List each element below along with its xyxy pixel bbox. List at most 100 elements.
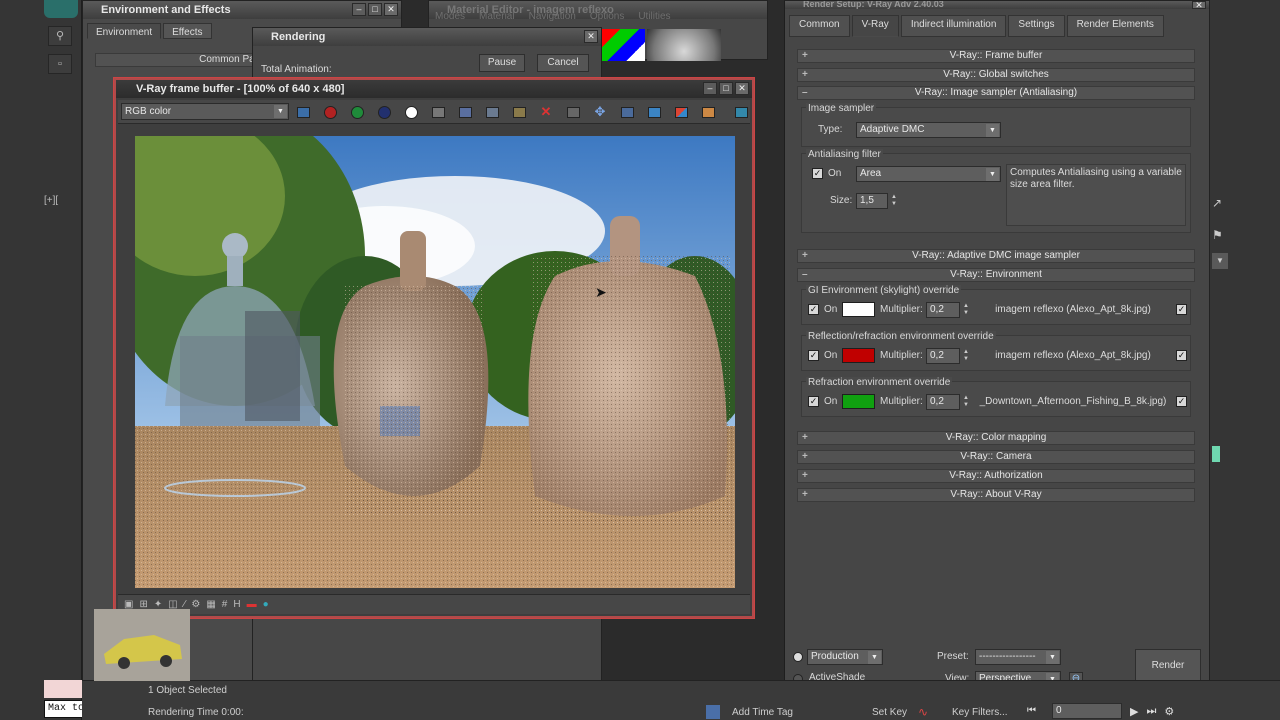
play-icon[interactable]: ▶ xyxy=(1130,705,1138,718)
maximize-icon[interactable]: □ xyxy=(719,82,733,95)
refl-multiplier-input[interactable]: 0,2 xyxy=(926,348,960,364)
hash-icon[interactable]: # xyxy=(222,599,228,610)
refr-color-swatch[interactable] xyxy=(842,394,875,409)
spinner-icon[interactable]: ▲ ▼ xyxy=(962,349,970,363)
render-image[interactable]: ➤ xyxy=(135,136,735,588)
close-icon[interactable]: ✕ xyxy=(584,30,598,43)
tab-effects[interactable]: Effects xyxy=(163,23,212,39)
pin-icon[interactable]: ⚑ xyxy=(1212,228,1228,244)
color-correction-icon[interactable] xyxy=(699,104,717,120)
refl-map-checkbox[interactable]: ✓ xyxy=(1176,350,1187,361)
save-all-icon[interactable] xyxy=(483,104,501,120)
link-to-render-icon[interactable] xyxy=(672,104,690,120)
histogram-icon[interactable]: H xyxy=(233,599,240,610)
next-frame-icon[interactable]: ⏭ xyxy=(1146,705,1156,718)
gi-map-checkbox[interactable]: ✓ xyxy=(1176,304,1187,315)
link-icon[interactable]: ⚲ xyxy=(48,26,72,46)
track-mouse-icon[interactable]: ✥ xyxy=(591,104,609,120)
tab-settings[interactable]: Settings xyxy=(1008,15,1065,37)
settings-gear-icon[interactable]: ⚙ xyxy=(191,599,200,610)
rollout-camera[interactable]: + V-Ray:: Camera xyxy=(797,450,1195,464)
channel-dropdown[interactable]: RGB color ▼ xyxy=(121,103,289,120)
refl-map-button[interactable]: imagem reflexo (Alexo_Apt_8k.jpg) xyxy=(978,348,1168,364)
render-last-icon[interactable] xyxy=(645,104,663,120)
curve-tool-icon[interactable]: ↗ xyxy=(1212,196,1228,212)
tab-common[interactable]: Common xyxy=(789,15,850,37)
aa-on-checkbox[interactable]: ✓ xyxy=(812,168,823,179)
app-logo-icon[interactable] xyxy=(44,0,78,18)
tab-environment[interactable]: Environment xyxy=(87,23,162,39)
rollout-image-sampler[interactable]: – V-Ray:: Image sampler (Antialiasing) xyxy=(797,86,1195,100)
minimize-icon[interactable]: – xyxy=(703,82,717,95)
pause-button[interactable]: Pause xyxy=(479,54,525,72)
spinner-icon[interactable]: ▲ ▼ xyxy=(962,395,970,409)
add-time-tag[interactable]: Add Time Tag xyxy=(732,707,793,718)
gi-multiplier-input[interactable]: 0,2 xyxy=(926,302,960,318)
time-tag-icon[interactable] xyxy=(706,705,720,719)
sampler-type-dropdown[interactable]: Adaptive DMC ▼ xyxy=(856,122,1001,138)
key-mode-icon[interactable]: ∿ xyxy=(918,705,928,719)
rollout-adaptive-dmc[interactable]: + V-Ray:: Adaptive DMC image sampler xyxy=(797,249,1195,263)
maximize-icon[interactable]: □ xyxy=(368,3,382,16)
stop-icon[interactable]: ▬ xyxy=(247,599,257,610)
green-channel-button[interactable] xyxy=(348,104,366,120)
set-key-button[interactable]: Set Key xyxy=(872,707,907,718)
rollout-about[interactable]: + V-Ray:: About V-Ray xyxy=(797,488,1195,502)
refr-map-button[interactable]: _Downtown_Afternoon_Fishing_B_8k.jpg) xyxy=(978,394,1168,410)
filter-type-dropdown[interactable]: Area ▼ xyxy=(856,166,1001,182)
refr-on-checkbox[interactable]: ✓ xyxy=(808,396,819,407)
menu-navigation[interactable]: Navigation xyxy=(529,11,576,22)
blue-channel-button[interactable] xyxy=(375,104,393,120)
rollout-frame-buffer[interactable]: + V-Ray:: Frame buffer xyxy=(797,49,1195,63)
common-parameters-rollout[interactable]: Common Par xyxy=(95,53,265,67)
red-channel-button[interactable] xyxy=(321,104,339,120)
refl-color-swatch[interactable] xyxy=(842,348,875,363)
rollout-color-mapping[interactable]: + V-Ray:: Color mapping xyxy=(797,431,1195,445)
preset-dropdown[interactable]: ----------------- ▼ xyxy=(975,649,1061,665)
duplicate-icon[interactable] xyxy=(564,104,582,120)
menu-utilities[interactable]: Utilities xyxy=(638,11,670,22)
close-icon[interactable]: ✕ xyxy=(384,3,398,16)
frame-input[interactable]: 0 xyxy=(1052,703,1122,719)
clear-image-icon[interactable]: ✕ xyxy=(537,104,555,120)
rollout-global-switches[interactable]: + V-Ray:: Global switches xyxy=(797,68,1195,82)
chevron-down-icon[interactable]: ▼ xyxy=(1212,253,1228,269)
select-tool-icon[interactable]: ▫ xyxy=(48,54,72,74)
refr-map-checkbox[interactable]: ✓ xyxy=(1176,396,1187,407)
save-image-icon[interactable] xyxy=(456,104,474,120)
open-folder-icon[interactable] xyxy=(510,104,528,120)
cancel-button[interactable]: Cancel xyxy=(537,54,589,72)
close-icon[interactable]: ✕ xyxy=(1192,1,1206,10)
tab-indirect-illumination[interactable]: Indirect illumination xyxy=(900,15,1007,37)
gi-map-button[interactable]: imagem reflexo (Alexo_Apt_8k.jpg) xyxy=(978,302,1168,318)
production-dropdown[interactable]: Production ▼ xyxy=(807,649,883,665)
render-button[interactable]: Render xyxy=(1135,649,1201,683)
refr-multiplier-input[interactable]: 0,2 xyxy=(926,394,960,410)
rollout-environment[interactable]: – V-Ray:: Environment xyxy=(797,268,1195,282)
alpha-channel-button[interactable] xyxy=(402,104,420,120)
menu-material[interactable]: Material xyxy=(479,11,515,22)
menu-options[interactable]: Options xyxy=(590,11,624,22)
viewport-label[interactable]: [+][ xyxy=(44,195,58,206)
monochrome-icon[interactable] xyxy=(429,104,447,120)
go-to-start-icon[interactable]: ⏮ xyxy=(1027,705,1036,716)
gi-color-swatch[interactable] xyxy=(842,302,875,317)
spinner-icon[interactable]: ▲ ▼ xyxy=(962,303,970,317)
spinner-icon[interactable]: ▲ ▼ xyxy=(890,194,898,208)
refl-on-checkbox[interactable]: ✓ xyxy=(808,350,819,361)
info-icon[interactable]: ● xyxy=(263,599,269,610)
time-config-icon[interactable]: ⚙ xyxy=(1164,705,1174,718)
region-render-icon[interactable] xyxy=(618,104,636,120)
gi-on-checkbox[interactable]: ✓ xyxy=(808,304,819,315)
material-slot-icon[interactable] xyxy=(601,29,645,61)
key-filters-button[interactable]: Key Filters... xyxy=(952,707,1008,718)
filter-size-input[interactable]: 1,5 xyxy=(856,193,888,209)
rollout-authorization[interactable]: + V-Ray:: Authorization xyxy=(797,469,1195,483)
exposure-icon[interactable]: ▦ xyxy=(206,599,215,610)
production-radio[interactable] xyxy=(793,652,803,662)
menu-modes[interactable]: Modes xyxy=(435,11,465,22)
tab-vray[interactable]: V-Ray xyxy=(851,15,899,37)
minimize-icon[interactable]: – xyxy=(352,3,366,16)
channel-display-icon[interactable] xyxy=(294,104,312,120)
tab-render-elements[interactable]: Render Elements xyxy=(1066,15,1164,37)
